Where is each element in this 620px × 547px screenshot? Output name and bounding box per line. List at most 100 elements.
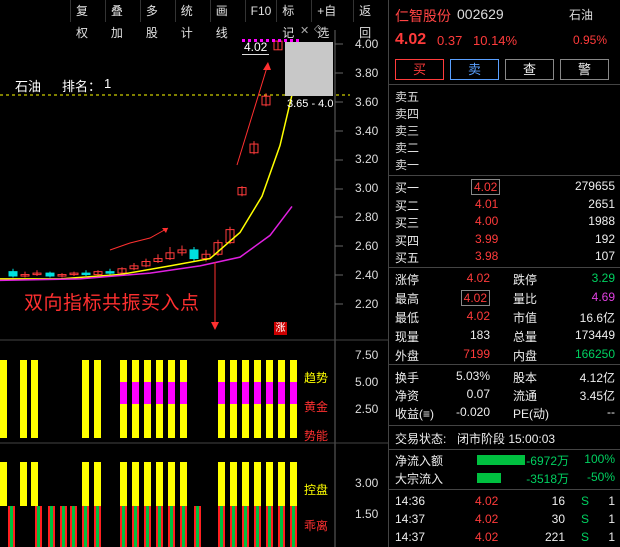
sell-button[interactable]: 卖 xyxy=(450,59,499,80)
sell-level-row: 卖五 xyxy=(395,88,615,105)
candle-body xyxy=(105,271,115,274)
price-axis-label: 3.80 xyxy=(355,66,379,80)
chart-area[interactable]: 复权 叠加 多股 统计 画线 F10 标记 +自选 返回 ✕ ◇ 4.02 3.… xyxy=(0,0,388,547)
stock-code: 002629 xyxy=(457,6,504,22)
tick-side: S xyxy=(581,494,590,508)
stat-row: 最高 4.02 量比 4.69 xyxy=(395,290,615,307)
indicator-bar xyxy=(120,462,127,506)
alert-button[interactable]: 警 xyxy=(560,59,609,80)
buy-level-price: 3.98 xyxy=(475,249,499,263)
stat-row: 最低 4.02 市值 16.6亿 xyxy=(395,309,615,326)
stat-value: 4.02 xyxy=(460,290,490,306)
buy-level-row: 买五 3.98 107 xyxy=(395,249,615,266)
trade-status-row: 交易状态: 闭市阶段 15:00:03 xyxy=(395,430,615,447)
ind2-axis-label: 3.00 xyxy=(355,476,379,490)
stat-value: 166250 xyxy=(574,347,615,361)
indicator-bar xyxy=(230,462,237,506)
buy-button[interactable]: 买 xyxy=(395,59,444,80)
flow-pct: -50% xyxy=(586,470,615,484)
price-axis-label: 3.60 xyxy=(355,95,379,109)
indicator-bar xyxy=(0,360,7,382)
indicator-bar xyxy=(290,462,297,506)
sell-level-row: 卖四 xyxy=(395,105,615,122)
ma-line-magenta xyxy=(0,205,293,282)
stat-label: 流通 xyxy=(513,389,538,403)
indicator-bar xyxy=(144,382,151,404)
stat-value: 4.12亿 xyxy=(579,371,615,385)
buy-level-row: 买四 3.99 192 xyxy=(395,232,615,249)
buy-level-row: 买三 4.00 1988 xyxy=(395,214,615,231)
stat-row: 现量 183 总量 173449 xyxy=(395,328,615,345)
sector-name[interactable]: 石油 xyxy=(569,6,593,23)
indicator-bar xyxy=(242,382,249,404)
stat-label: 最低 xyxy=(395,311,420,325)
limit-up-badge: 涨 xyxy=(274,322,287,335)
trade-buttons: 买 卖 查 警 xyxy=(395,59,609,80)
indicator-bar xyxy=(278,462,285,506)
tick-time: 14:37 xyxy=(395,512,426,526)
buy-point-arrow-head xyxy=(211,322,219,330)
stat-label: 最高 xyxy=(395,292,420,306)
stat-label: 股本 xyxy=(513,371,538,385)
ind-label-gold: 黄金 xyxy=(304,400,329,414)
stat-value: 5.03% xyxy=(455,369,490,383)
indicator-bar xyxy=(242,360,249,382)
rank-value: 1 xyxy=(104,76,112,91)
buy-level-price: 4.02 xyxy=(471,179,501,195)
tick-row: 14:36 4.02 16 S 1 xyxy=(395,494,615,511)
deviation-bar-core xyxy=(170,506,173,547)
buy-signal-annotation: 双向指标共振买入点 xyxy=(24,293,200,314)
sell-level-label: 卖三 xyxy=(395,124,420,138)
indicator-bar xyxy=(168,360,175,382)
ind1-axis-label: 5.00 xyxy=(355,375,379,389)
sell-level-label: 卖二 xyxy=(395,141,420,155)
query-button[interactable]: 查 xyxy=(505,59,554,80)
indicator-bar xyxy=(230,404,237,438)
indicator-bar xyxy=(156,360,163,382)
buy-level-row: 买一 4.02 279655 xyxy=(395,179,615,196)
sell-level-row: 卖三 xyxy=(395,122,615,139)
stat-label: 量比 xyxy=(513,292,538,306)
indicator-bar xyxy=(82,382,89,404)
indicator-bar xyxy=(168,404,175,438)
flow-row: 净流入额 -6972万 100% xyxy=(395,452,615,469)
divider xyxy=(389,425,620,426)
ind1-axis-label: 2.50 xyxy=(355,402,379,416)
deviation-bar-core xyxy=(10,506,13,547)
stat-row: 收益(≡) -0.020 PE(动) -- xyxy=(395,405,615,422)
indicator-bar xyxy=(144,404,151,438)
sell-level-label: 卖四 xyxy=(395,107,420,121)
sell-level-label: 卖五 xyxy=(395,90,420,104)
tick-time: 14:37 xyxy=(395,530,426,544)
stat-row: 外盘 7199 内盘 166250 xyxy=(395,347,615,364)
rise-arrow-head xyxy=(263,62,271,70)
tick-volume: 221 xyxy=(544,530,565,544)
flow-row: 大宗流入 -3518万 -50% xyxy=(395,470,615,487)
buy-level-price: 4.01 xyxy=(475,196,499,211)
tick-volume: 30 xyxy=(551,512,565,526)
indicator-bar xyxy=(230,382,237,404)
deviation-bar-core xyxy=(134,506,137,547)
price-axis-label: 2.80 xyxy=(355,210,379,224)
indicator-bar xyxy=(230,360,237,382)
deviation-bar-core xyxy=(268,506,271,547)
close-icon[interactable]: ✕ xyxy=(300,24,309,37)
deviation-bar-core xyxy=(220,506,223,547)
stat-row: 换手 5.03% 股本 4.12亿 xyxy=(395,369,615,386)
trend-arrow-line xyxy=(109,227,169,251)
divider xyxy=(389,84,620,85)
divider xyxy=(389,175,620,176)
deviation-bar-core xyxy=(146,506,149,547)
deviation-bar-core xyxy=(62,506,65,547)
diamond-icon[interactable]: ◇ xyxy=(314,22,322,35)
buy-level-row: 买二 4.01 2651 xyxy=(395,197,615,214)
divider xyxy=(389,489,620,490)
stat-value: 0.07 xyxy=(466,387,490,401)
divider xyxy=(389,449,620,450)
buy-level-volume: 192 xyxy=(594,231,615,246)
indicator-bar xyxy=(254,360,261,382)
stat-label: PE(动) xyxy=(513,407,550,421)
limit-dot xyxy=(272,39,275,42)
candle-body xyxy=(45,272,55,277)
indicator-bar xyxy=(20,360,27,382)
